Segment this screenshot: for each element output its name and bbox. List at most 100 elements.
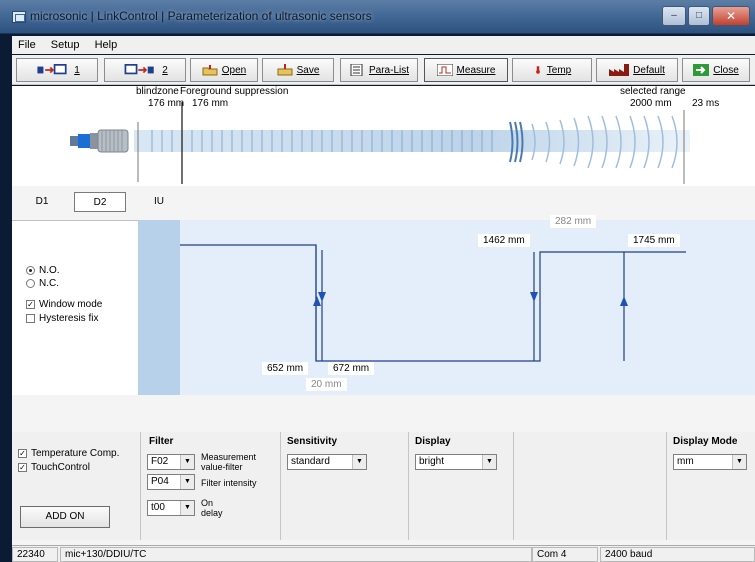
chevron-down-icon: ▼ xyxy=(352,455,366,469)
checkmark-icon: ✓ xyxy=(18,463,27,472)
checkmark-icon: ✓ xyxy=(26,300,35,309)
chevron-down-icon: ▼ xyxy=(180,475,194,489)
sensor-to-pc-icon xyxy=(37,64,67,75)
toolbar: 1 2 Open Save Para-List Measure Temp Def… xyxy=(12,55,755,85)
switch-point-3-label: 1462 mm xyxy=(478,234,530,247)
close-window-button[interactable]: ✕ xyxy=(712,6,750,26)
tab-d1[interactable]: D1 xyxy=(24,192,60,212)
empty-checkbox-icon xyxy=(26,314,35,323)
tab-d2[interactable]: D2 xyxy=(74,192,126,212)
filter-intensity-select[interactable]: P04 ▼ xyxy=(147,474,195,490)
menu-setup[interactable]: Setup xyxy=(45,36,86,54)
filter-select[interactable]: F02 ▼ xyxy=(147,454,195,470)
temp-button[interactable]: Temp xyxy=(512,58,592,82)
nc-radio-label: N.C. xyxy=(39,278,59,289)
close-label: Close xyxy=(713,64,739,76)
chevron-down-icon: ▼ xyxy=(482,455,496,469)
temp-label: Temp xyxy=(546,64,572,76)
switch-point-1-label: 652 mm xyxy=(262,362,309,375)
chevron-down-icon: ▼ xyxy=(732,455,746,469)
window-mode-checkbox[interactable]: ✓ Window mode xyxy=(26,299,102,310)
menu-file[interactable]: File xyxy=(12,36,42,54)
default-label: Default xyxy=(633,64,665,76)
measure-button[interactable]: Measure xyxy=(424,58,508,82)
close-button[interactable]: Close xyxy=(682,58,750,82)
minimize-button[interactable]: – xyxy=(662,6,686,26)
nc-radio[interactable]: N.C. xyxy=(26,278,59,289)
on-delay-label-2: delay xyxy=(201,508,223,518)
filter-select-value: F02 xyxy=(151,456,169,467)
rising-edge-arrow-2 xyxy=(620,296,628,306)
hysteresis-fix-checkbox[interactable]: Hysteresis fix xyxy=(26,313,98,324)
filter-intensity-label: Filter intensity xyxy=(201,478,257,488)
sensitivity-value: standard xyxy=(291,456,330,467)
display-mode-group: Display Mode mm ▼ xyxy=(666,432,755,540)
menu-help[interactable]: Help xyxy=(89,36,124,54)
settings-panel: ✓ Temperature Comp. ✓ TouchControl Filte… xyxy=(12,432,755,540)
sensor-to-pc-1-button[interactable]: 1 xyxy=(16,58,98,82)
tab-iu[interactable]: IU xyxy=(144,192,174,212)
display-select[interactable]: bright ▼ xyxy=(415,454,497,470)
temperature-comp-checkbox[interactable]: ✓ Temperature Comp. xyxy=(18,448,119,459)
pc-to-sensor-2-button[interactable]: 2 xyxy=(104,58,186,82)
no-radio-label: N.O. xyxy=(39,265,60,276)
window-mode-label: Window mode xyxy=(39,299,103,310)
save-label: Save xyxy=(296,64,320,76)
sensitivity-select[interactable]: standard ▼ xyxy=(287,454,367,470)
para-list-button[interactable]: Para-List xyxy=(340,58,418,82)
falling-edge-arrow-2 xyxy=(530,292,538,302)
switch-point-2-label: 672 mm xyxy=(328,362,375,375)
default-button[interactable]: Default xyxy=(596,58,678,82)
save-button[interactable]: Save xyxy=(262,58,334,82)
com-port: Com 4 xyxy=(532,547,598,562)
switching-options-panel: N.O. N.C. ✓ Window mode Hysteresis fix xyxy=(12,220,138,395)
sensitivity-group: Sensitivity standard ▼ xyxy=(280,432,408,540)
touch-control-label: TouchControl xyxy=(31,462,90,473)
document-list-icon xyxy=(350,64,363,76)
pc-to-sensor-icon xyxy=(124,64,154,75)
on-delay-value: t00 xyxy=(151,502,165,513)
no-radio-indicator xyxy=(26,266,35,275)
sensor-beam-graphic xyxy=(70,102,690,184)
switch-point-4-label: 1745 mm xyxy=(628,234,680,247)
filter-title: Filter xyxy=(149,436,174,447)
filter-intensity-value: P04 xyxy=(151,476,169,487)
exit-arrow-icon xyxy=(693,64,710,76)
output-tabs: D1 D2 IU xyxy=(12,192,755,214)
title-bar: microsonic | LinkControl | Parameterizat… xyxy=(0,0,755,34)
measure-chart-icon xyxy=(436,64,453,76)
menu-bar: File Setup Help xyxy=(12,36,755,54)
filter-desc-2: value-filter xyxy=(201,462,243,472)
open-button[interactable]: Open xyxy=(190,58,258,82)
rising-edge-arrow xyxy=(313,296,321,306)
status-bar: 22340 mic+130/DDIU/TC Com 4 2400 baud xyxy=(12,545,755,562)
touch-control-checkbox[interactable]: ✓ TouchControl xyxy=(18,462,90,473)
hysteresis-fix-label: Hysteresis fix xyxy=(39,313,99,324)
serial-number: 22340 xyxy=(12,547,58,562)
display-mode-title: Display Mode xyxy=(673,436,738,447)
maximize-button[interactable]: □ xyxy=(688,6,710,26)
sensor-model: mic+130/DDIU/TC xyxy=(60,547,532,562)
on-delay-select[interactable]: t00 ▼ xyxy=(147,500,195,516)
on-delay-label-1: On xyxy=(201,498,214,508)
switching-diagram: 652 mm 672 mm 20 mm 1462 mm 1745 mm 282 … xyxy=(138,215,755,395)
open-folder-icon xyxy=(202,65,218,76)
factory-icon xyxy=(609,64,630,76)
btn1-label: 1 xyxy=(74,64,80,76)
hysteresis-2-label: 282 mm xyxy=(550,215,597,228)
main-content: blindzone Foreground suppression 176 mm … xyxy=(12,86,755,545)
sensitivity-title: Sensitivity xyxy=(287,436,338,447)
display-mode-value: mm xyxy=(677,456,694,467)
no-radio[interactable]: N.O. xyxy=(26,265,60,276)
display-value: bright xyxy=(419,456,445,467)
thermometer-icon xyxy=(535,66,540,74)
filter-group: Filter F02 ▼ Measurement value-filter P0… xyxy=(140,432,280,540)
nc-radio-indicator xyxy=(26,279,35,288)
display-mode-select[interactable]: mm ▼ xyxy=(673,454,747,470)
window-title: microsonic | LinkControl | Parameterizat… xyxy=(30,9,372,23)
chevron-down-icon: ▼ xyxy=(180,501,194,515)
hysteresis-1-label: 20 mm xyxy=(306,378,347,391)
add-on-button[interactable]: ADD ON xyxy=(20,506,110,528)
app-window: microsonic | LinkControl | Parameterizat… xyxy=(0,0,755,562)
temperature-comp-label: Temperature Comp. xyxy=(31,448,120,459)
